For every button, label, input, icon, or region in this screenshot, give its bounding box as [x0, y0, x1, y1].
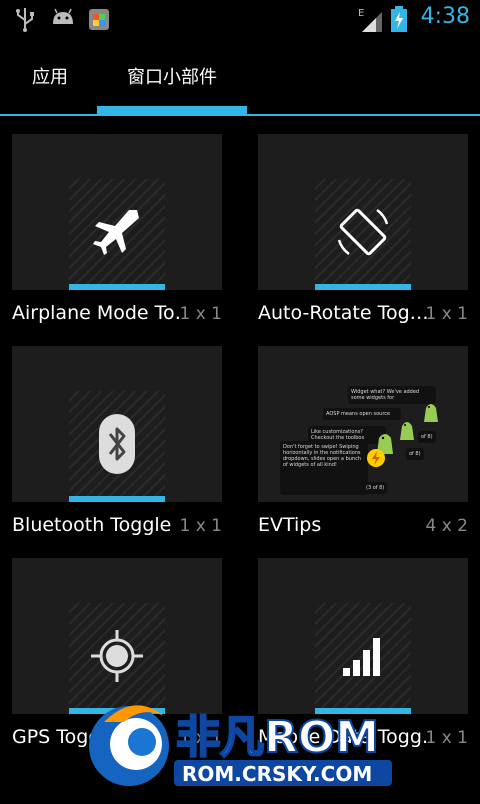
- bluetooth-icon: [99, 414, 135, 474]
- battery-charging-icon: [391, 6, 407, 32]
- tip-count: of 8): [406, 448, 424, 460]
- android-mascot-icon: [424, 404, 438, 422]
- widget-preview[interactable]: Widget what? We've added some widgets fo…: [258, 346, 468, 502]
- usb-icon: [16, 8, 34, 32]
- widget-preview[interactable]: [12, 346, 222, 502]
- selected-tab-indicator: [97, 106, 247, 114]
- widget-preview[interactable]: [258, 558, 468, 714]
- widget-size: 1 x 1: [425, 728, 469, 748]
- signal-bars-icon: [343, 638, 380, 676]
- clock: 4:38: [420, 4, 470, 29]
- widget-name: Auto-Rotate Tog…: [258, 302, 428, 324]
- tab-bar: 应用 窗口小部件: [0, 38, 480, 116]
- widget-name: EVTips: [258, 514, 322, 536]
- android-mascot-icon: [400, 422, 414, 440]
- tab-divider: [0, 114, 480, 116]
- widget-preview[interactable]: [258, 134, 468, 290]
- widget-size: 1 x 1: [179, 304, 223, 324]
- widget-size: 4 x 2: [425, 516, 469, 536]
- lightning-icon: [367, 449, 385, 467]
- widget-preview-bar: [69, 496, 165, 502]
- tab-apps[interactable]: 应用: [0, 38, 100, 114]
- widget-preview-bar: [69, 284, 165, 290]
- status-bar: E 4:38: [0, 0, 480, 38]
- widget-item-evtips[interactable]: Widget what? We've added some widgets fo…: [258, 346, 468, 546]
- tip-count: (3 of 8): [363, 482, 388, 494]
- watermark-brand: 非凡ROM: [176, 712, 379, 763]
- signal-icon: E: [358, 8, 382, 32]
- widget-item-airplane[interactable]: Airplane Mode To… 1 x 1: [12, 134, 222, 334]
- widget-size: 1 x 1: [179, 516, 223, 536]
- widget-name: Bluetooth Toggle: [12, 514, 172, 536]
- widget-preview[interactable]: [12, 134, 222, 290]
- crsky-logo-icon: 非凡ROM ROM.CRSKY.COM: [89, 705, 392, 786]
- svg-text:E: E: [358, 8, 364, 19]
- tip-bubble: Don't forget to swipe! Swiping horizonta…: [280, 441, 368, 495]
- tab-widgets[interactable]: 窗口小部件: [97, 38, 247, 114]
- rotate-icon: [337, 208, 389, 256]
- widget-item-bluetooth[interactable]: Bluetooth Toggle 1 x 1: [12, 346, 222, 546]
- watermark-logo: 非凡ROM ROM.CRSKY.COM: [84, 692, 414, 800]
- widget-item-auto-rotate[interactable]: Auto-Rotate Tog… 1 x 1: [258, 134, 468, 334]
- tip-count: of 8): [418, 431, 436, 443]
- android-debug-icon: [53, 8, 73, 24]
- watermark-url: ROM.CRSKY.COM: [182, 762, 372, 786]
- widget-preview[interactable]: [12, 558, 222, 714]
- tip-bubble: AOSP means open source: [323, 408, 401, 420]
- evtips-preview: Widget what? We've added some widgets fo…: [278, 386, 453, 496]
- gps-icon: [91, 630, 143, 682]
- widget-name: Airplane Mode To…: [12, 302, 182, 324]
- widget-preview-bar: [315, 284, 411, 290]
- widget-size: 1 x 1: [425, 304, 469, 324]
- airplane-icon: [93, 210, 139, 255]
- app-notification-icon: [89, 9, 109, 30]
